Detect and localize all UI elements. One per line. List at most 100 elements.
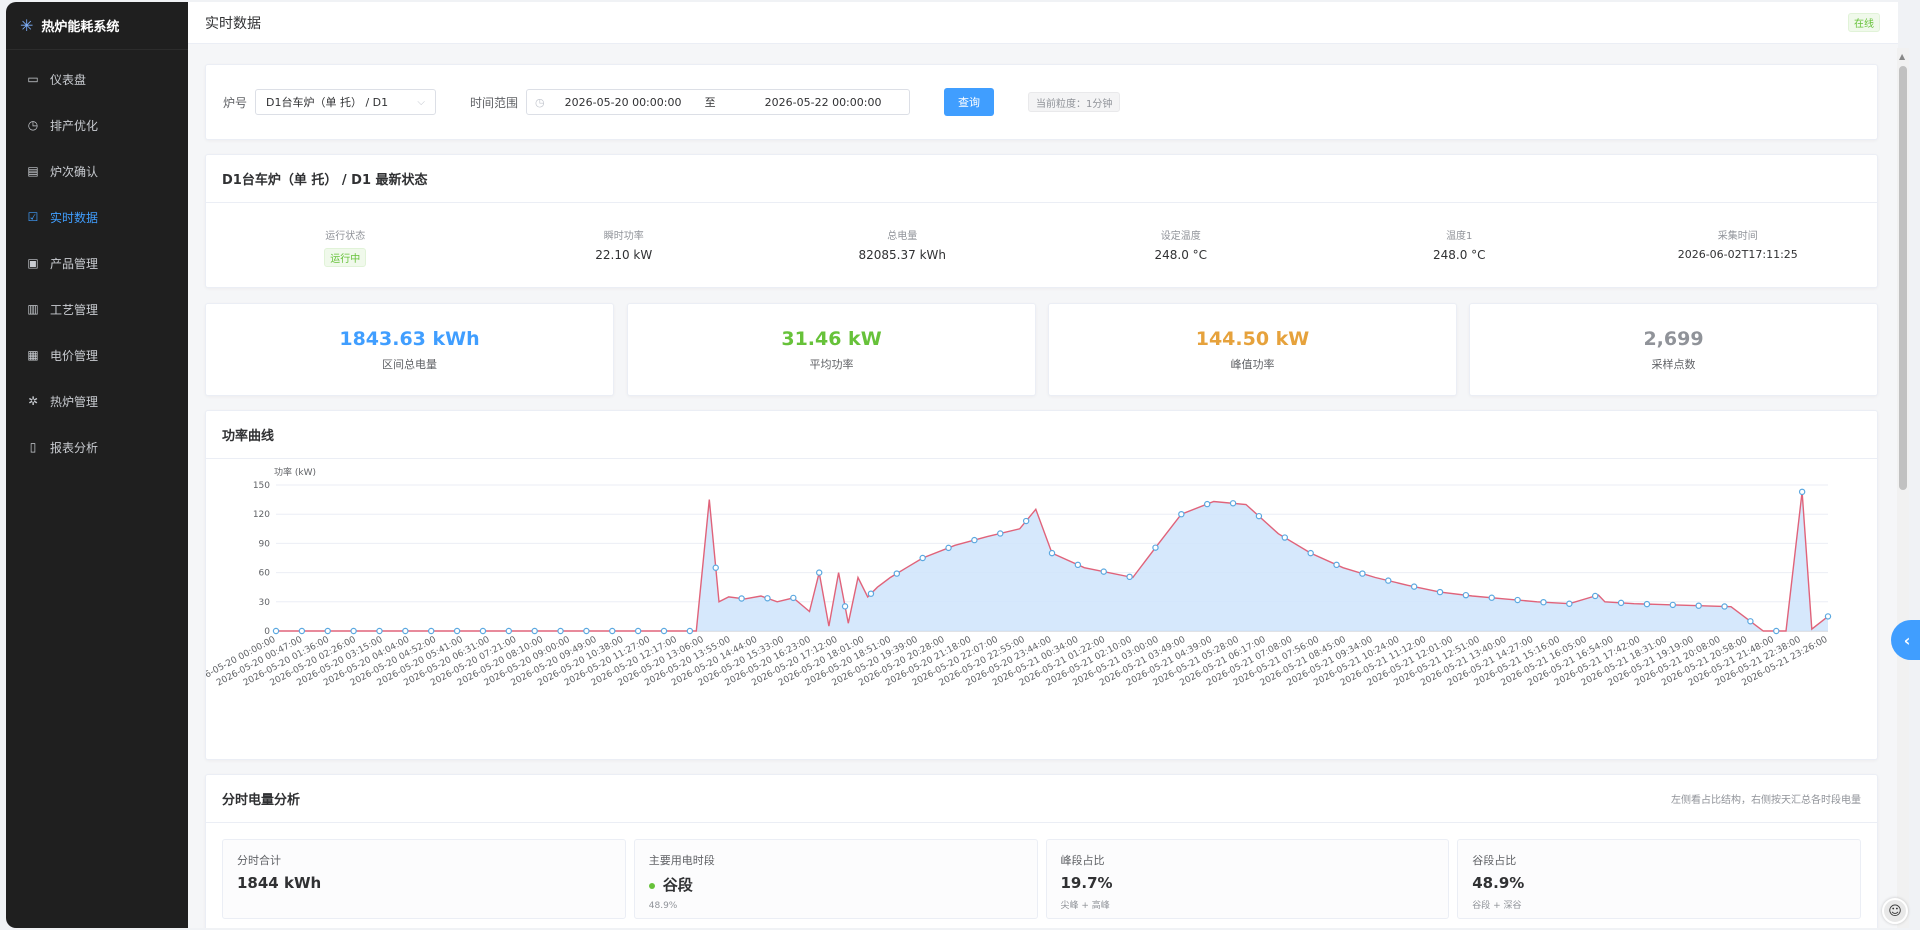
y-axis-label: 功率 (kW) <box>274 466 316 478</box>
status-instant-power: 瞬时功率 22.10 kW <box>595 231 653 262</box>
range-separator: 至 <box>704 96 716 109</box>
brand[interactable]: ✳ 热炉能耗系统 <box>6 2 188 50</box>
data-point <box>712 564 719 571</box>
data-point <box>1488 594 1495 601</box>
range-label: 时间范围 <box>470 95 519 110</box>
sidebar-item-dashboard[interactable]: ▭ 仪表盘 <box>6 56 188 102</box>
sidebar-item-label: 产品管理 <box>50 256 99 271</box>
clipboard-icon: ▤ <box>27 164 39 178</box>
status-temp1: 温度1 248.0 °C <box>1432 231 1486 262</box>
sidebar-item-batch-confirm[interactable]: ▤ 炉次确认 <box>6 148 188 194</box>
data-point <box>1281 534 1289 541</box>
metric-value: 144.50 kW <box>1195 327 1310 350</box>
data-point <box>1255 512 1263 520</box>
date-range-picker[interactable]: ◷ 2026-05-20 00:00:00 至 2026-05-22 00:00… <box>526 89 911 115</box>
y-tick-label: 120 <box>253 510 270 520</box>
data-point <box>298 627 306 635</box>
sidebar-item-label: 工艺管理 <box>50 302 99 317</box>
status-set-temp: 设定温度 248.0 °C <box>1154 231 1208 262</box>
sidebar-nav: ▭ 仪表盘 ◷ 排产优化 ▤ 炉次确认 ☑ 实时数据 ▣ 产品管理 ▥ 工艺管理… <box>6 50 188 470</box>
data-point <box>867 590 875 597</box>
start-date[interactable]: 2026-05-20 00:00:00 <box>565 96 705 109</box>
data-point <box>1074 561 1082 569</box>
main-content: 实时数据 在线 炉号 D1台车炉（单 托） / D1 ⌵ 时间范围 ◷ 2026… <box>188 2 1898 928</box>
scrollbar[interactable]: ▲ <box>1897 48 1909 928</box>
data-point <box>1695 602 1702 609</box>
data-point <box>945 544 952 552</box>
data-point <box>816 569 823 576</box>
data-point <box>738 595 745 602</box>
data-point <box>583 627 590 635</box>
sidebar-item-process[interactable]: ▥ 工艺管理 <box>6 286 188 332</box>
data-point <box>971 536 978 544</box>
metric-sample-count: 2,699 采样点数 <box>1469 303 1878 396</box>
grain-tag: 当前粒度：1分钟 <box>1028 92 1121 112</box>
data-point <box>531 627 538 635</box>
sidebar-item-label: 实时数据 <box>50 210 99 225</box>
data-point <box>660 627 668 635</box>
power-chart-card: 功率曲线 功率 (kW) 0 30 60 90 120 150 2026-05-20 00:0… <box>205 410 1878 760</box>
sparkle-icon: ✳ <box>20 16 34 35</box>
data-point <box>1773 627 1780 635</box>
data-point <box>1100 568 1107 575</box>
sidebar-item-price[interactable]: ▦ 电价管理 <box>6 332 188 378</box>
metric-label: 平均功率 <box>809 357 854 371</box>
price-icon: ▦ <box>27 348 39 362</box>
furnace-select[interactable]: D1台车炉（单 托） / D1 ⌵ <box>255 89 437 115</box>
scroll-up-icon[interactable]: ▲ <box>1899 52 1905 61</box>
query-button[interactable]: 查询 <box>944 88 995 116</box>
area-fill <box>276 491 1828 631</box>
data-point <box>1824 613 1832 620</box>
data-point <box>1178 511 1185 518</box>
chevron-down-icon: ⌵ <box>417 96 426 108</box>
topbar: 实时数据 在线 <box>188 2 1898 44</box>
data-point <box>1643 600 1651 608</box>
sidebar: ✳ 热炉能耗系统 ▭ 仪表盘 ◷ 排产优化 ▤ 炉次确认 ☑ 实时数据 ▣ 产品… <box>6 2 188 928</box>
report-icon: ▯ <box>29 440 37 454</box>
dashboard-icon: ▭ <box>27 72 39 86</box>
power-chart[interactable]: 功率 (kW)03060901201502026-05-20 00:00:002… <box>206 459 1877 759</box>
sidebar-item-label: 热炉管理 <box>50 394 99 409</box>
chart-card-title: 功率曲线 <box>206 411 1877 459</box>
y-tick-label: 60 <box>259 569 271 579</box>
sidebar-item-schedule[interactable]: ◷ 排产优化 <box>6 102 188 148</box>
sidebar-item-label: 仪表盘 <box>50 72 87 87</box>
end-date[interactable]: 2026-05-22 00:00:00 <box>765 96 882 109</box>
metric-peak-power: 144.50 kW 峰值功率 <box>1048 303 1457 396</box>
data-point <box>1048 549 1056 557</box>
user-avatar-icon[interactable]: ☺ <box>1882 898 1908 924</box>
status-run: 运行状态 运行中 <box>324 231 367 267</box>
data-point <box>1591 592 1599 600</box>
data-point <box>1385 577 1392 584</box>
sidebar-item-products[interactable]: ▣ 产品管理 <box>6 240 188 286</box>
data-point <box>1022 517 1030 525</box>
sidebar-item-label: 排产优化 <box>50 118 99 133</box>
sidebar-item-reports[interactable]: ▯ 报表分析 <box>6 424 188 470</box>
data-point <box>505 627 512 635</box>
data-point <box>1359 570 1366 577</box>
page-title: 实时数据 <box>205 15 261 32</box>
sidebar-item-realtime[interactable]: ☑ 实时数据 <box>6 194 188 240</box>
sidebar-item-furnace[interactable]: ✲ 热炉管理 <box>6 378 188 424</box>
metric-label: 峰值功率 <box>1230 357 1275 371</box>
data-point <box>376 627 383 635</box>
tou-main-period: 主要用电时段 谷段 48.9% <box>633 839 1038 919</box>
data-point <box>272 627 280 635</box>
metric-label: 区间总电量 <box>382 357 437 371</box>
data-point <box>1152 544 1159 551</box>
data-point <box>609 627 616 635</box>
tou-total: 分时合计 1844 kWh <box>222 839 626 919</box>
process-icon: ▥ <box>27 302 39 316</box>
data-point <box>402 627 409 635</box>
scroll-thumb[interactable] <box>1899 66 1907 490</box>
run-state-tag: 运行中 <box>324 248 367 267</box>
tou-row: 分时合计 1844 kWh 主要用电时段 谷段 48.9% 峰段占比 19.7%… <box>206 823 1877 919</box>
y-tick-label: 150 <box>253 481 270 491</box>
data-point <box>557 627 564 635</box>
metric-avg-power: 31.46 kW 平均功率 <box>627 303 1036 396</box>
data-point <box>1514 596 1521 604</box>
tou-card: 分时电量分析 左侧看占比结构，右侧按天汇总各时段电量 分时合计 1844 kWh… <box>205 774 1878 928</box>
data-point <box>1462 591 1470 599</box>
data-point <box>997 530 1004 537</box>
data-point <box>841 603 849 610</box>
